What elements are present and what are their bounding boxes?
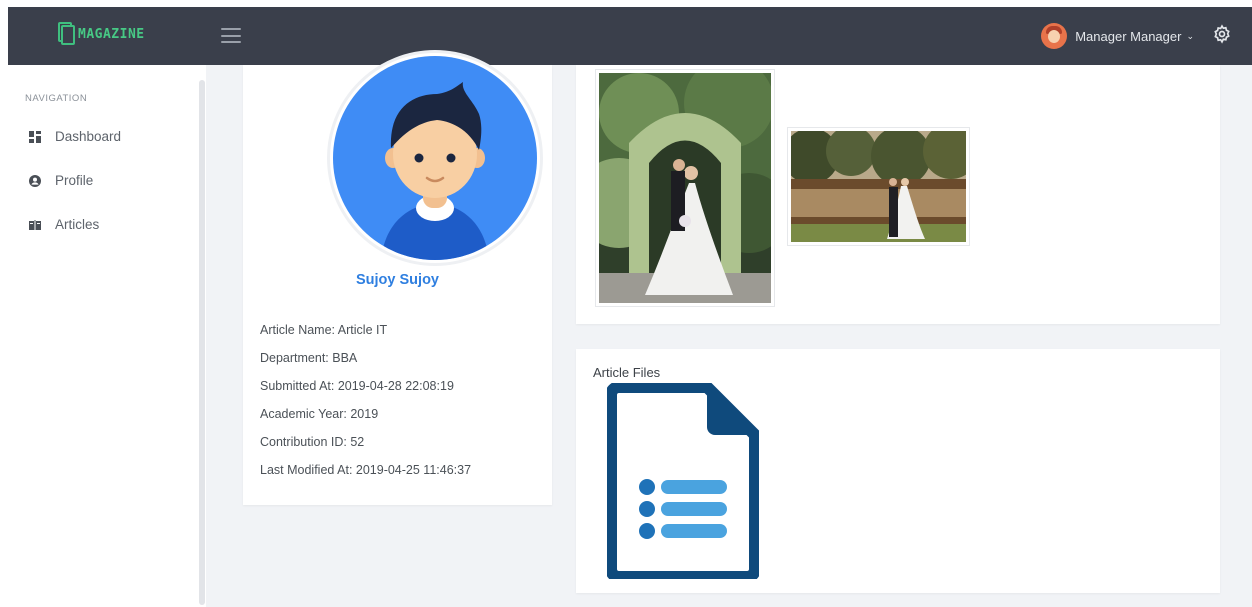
article-image-thumbnail[interactable] <box>596 70 774 306</box>
gear-icon[interactable] <box>1212 24 1232 44</box>
sidebar-item-label: Articles <box>55 217 100 232</box>
article-image-thumbnail[interactable] <box>788 128 969 245</box>
sidebar-item-label: Dashboard <box>55 129 122 144</box>
nav-heading: NAVIGATION <box>25 93 88 104</box>
sidebar-item-label: Profile <box>55 173 94 188</box>
sidebar-scrollbar[interactable] <box>199 80 205 605</box>
sidebar-item-dashboard[interactable]: Dashboard <box>29 129 121 144</box>
detail-submitted-at: Submitted At: 2019-04-28 22:08:19 <box>260 379 454 393</box>
avatar <box>1041 23 1068 49</box>
user-menu[interactable]: Manager Manager ⌄ <box>1041 23 1194 49</box>
sidebar: NAVIGATION Dashboard Profile Articles <box>8 65 206 607</box>
detail-contribution-id: Contribution ID: 52 <box>260 435 365 449</box>
chevron-down-icon: ⌄ <box>1186 30 1194 41</box>
detail-article-name: Article Name: Article IT <box>260 323 388 337</box>
detail-department: Department: BBA <box>260 351 358 365</box>
user-circle-icon <box>29 174 41 187</box>
dashboard-icon <box>29 130 41 143</box>
person-illustration-icon <box>381 82 489 260</box>
profile-name[interactable]: Sujoy Sujoy <box>243 272 552 288</box>
article-images-card <box>576 65 1220 324</box>
detail-academic-year: Academic Year: 2019 <box>260 407 379 421</box>
profile-avatar <box>327 50 543 266</box>
user-name: Manager Manager <box>1075 28 1182 44</box>
logo-mark-icon <box>58 22 76 46</box>
top-bar: MAGAZINE Manager Manager ⌄ <box>8 7 1252 65</box>
document-list-icon[interactable] <box>607 383 759 579</box>
sidebar-item-articles[interactable]: Articles <box>29 217 99 232</box>
menu-toggle-icon[interactable] <box>221 28 241 43</box>
logo-text: MAGAZINE <box>78 26 145 42</box>
files-title: Article Files <box>593 365 661 380</box>
detail-last-modified: Last Modified At: 2019-04-25 11:46:37 <box>260 463 472 477</box>
main-content: Sujoy Sujoy Article Name: Article IT Dep… <box>206 50 1252 607</box>
sidebar-item-profile[interactable]: Profile <box>29 173 93 188</box>
app-logo[interactable]: MAGAZINE <box>58 22 145 46</box>
book-icon <box>29 219 41 230</box>
profile-card: Sujoy Sujoy Article Name: Article IT Dep… <box>243 50 552 505</box>
article-files-card: Article Files <box>576 349 1220 593</box>
